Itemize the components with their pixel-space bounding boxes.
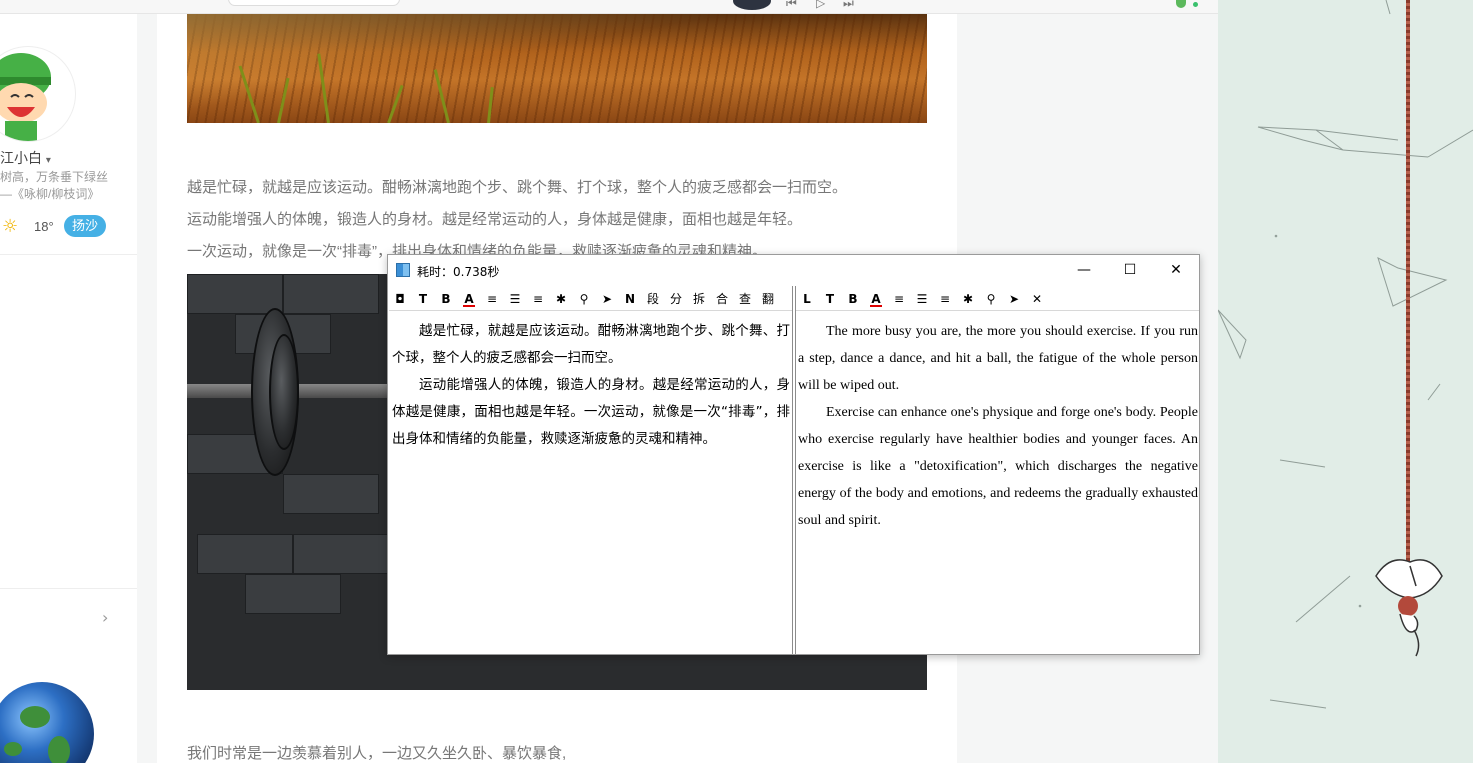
top-search-input[interactable]: [228, 0, 400, 6]
hanging-rope: [1406, 0, 1410, 568]
text-icon[interactable]: T: [820, 289, 840, 309]
app-book-icon: [396, 263, 410, 277]
source-text-pane[interactable]: ◘ T B A ≡ ☰ ≡ ✱ ⚲ ➤ N 段 分 拆 合 查 翻 越是忙碌，就…: [389, 286, 793, 654]
article-paragraph: 我们时常是一边羡慕着别人，一边又久坐久卧、暴饮暴食,: [187, 745, 567, 762]
window-titlebar[interactable]: 耗时：0.738秒 — ☐ ✕: [388, 255, 1199, 285]
palette-icon[interactable]: ✱: [551, 289, 571, 309]
align-right-icon[interactable]: ≡: [528, 289, 548, 309]
source-toolbar: ◘ T B A ≡ ☰ ≡ ✱ ⚲ ➤ N 段 分 拆 合 查 翻: [389, 286, 792, 311]
translated-text-pane[interactable]: L T B A ≡ ☰ ≡ ✱ ⚲ ➤ ✕ The more busy you …: [795, 286, 1199, 654]
article-paragraph: 越是忙碌，就越是应该运动。酣畅淋漓地跑个步、跳个舞、打个球，整个人的疲乏感都会一…: [187, 179, 848, 196]
next-track-icon[interactable]: ⏭: [843, 0, 854, 11]
translator-window[interactable]: 耗时：0.738秒 — ☐ ✕ ◘ T B A ≡ ☰ ≡ ✱ ⚲ ➤ N 段 …: [387, 254, 1200, 655]
profile-avatar[interactable]: [0, 46, 76, 142]
send-icon[interactable]: ➤: [1004, 289, 1024, 309]
online-status-dot: [1193, 2, 1198, 7]
merge-button[interactable]: 合: [712, 289, 732, 309]
translated-paragraph: The more busy you are, the more you shou…: [798, 324, 1198, 393]
close-button[interactable]: ✕: [1153, 255, 1199, 285]
font-color-icon[interactable]: A: [866, 289, 886, 309]
play-icon[interactable]: ▷: [816, 0, 825, 10]
align-left-icon[interactable]: ≡: [889, 289, 909, 309]
palette-icon[interactable]: ✱: [958, 289, 978, 309]
cartoon-soldier-avatar-icon: [0, 53, 51, 141]
globe-widget-icon[interactable]: [0, 682, 94, 763]
close-icon[interactable]: ✕: [1027, 289, 1047, 309]
minimize-button[interactable]: —: [1061, 255, 1107, 285]
source-paragraph: 运动能增强人的体魄，锻造人的身材。越是经常运动的人，身体越是健康，面相也越是年轻…: [392, 377, 790, 447]
l-icon[interactable]: L: [797, 289, 817, 309]
profile-name[interactable]: 江小白 ▾: [0, 148, 51, 168]
hanging-cat-mascot: [1375, 559, 1443, 657]
previous-track-icon[interactable]: ⏮: [786, 0, 797, 11]
left-sidebar: 江小白 ▾ 树高，万条垂下绿丝 —《咏柳/柳枝词》 ☼ 18° 扬沙 ›: [0, 14, 137, 763]
paragraph-button[interactable]: 段: [643, 289, 663, 309]
translate-button[interactable]: 翻: [758, 289, 778, 309]
sidebar-divider: [0, 588, 137, 589]
chevron-right-icon[interactable]: ›: [102, 608, 108, 627]
n-icon[interactable]: N: [620, 289, 640, 309]
split-button[interactable]: 分: [666, 289, 686, 309]
break-button[interactable]: 拆: [689, 289, 709, 309]
weather-dust-icon: ☼: [2, 216, 19, 237]
search-icon[interactable]: ⚲: [574, 289, 594, 309]
font-color-icon[interactable]: A: [459, 289, 479, 309]
profile-quote-line1: 树高，万条垂下绿丝: [0, 170, 109, 184]
source-text-area[interactable]: 越是忙碌，就越是应该运动。酣畅淋漓地跑个步、跳个舞、打个球，整个人的疲乏感都会一…: [392, 318, 790, 453]
align-left-icon[interactable]: ≡: [482, 289, 502, 309]
translated-text-area[interactable]: The more busy you are, the more you shou…: [798, 318, 1198, 534]
bold-icon[interactable]: B: [436, 289, 456, 309]
justify-icon[interactable]: ☰: [505, 289, 525, 309]
weather-status-badge[interactable]: 扬沙: [64, 215, 107, 237]
translated-paragraph: Exercise can enhance one's physique and …: [798, 405, 1198, 528]
target-toolbar: L T B A ≡ ☰ ≡ ✱ ⚲ ➤ ✕: [796, 286, 1199, 311]
hero-image-running-track: [187, 14, 927, 123]
maximize-button[interactable]: ☐: [1107, 255, 1153, 285]
text-icon[interactable]: T: [413, 289, 433, 309]
weather-temperature: 18°: [34, 219, 54, 234]
send-icon[interactable]: ➤: [597, 289, 617, 309]
sidebar-divider: [0, 254, 137, 255]
source-paragraph: 越是忙碌，就越是应该运动。酣畅淋漓地跑个步、跳个舞、打个球，整个人的疲乏感都会一…: [392, 323, 790, 366]
article-paragraph: 运动能增强人的体魄，锻造人的身材。越是经常运动的人，身体越是健康，面相也越是年轻…: [187, 211, 803, 228]
stop-icon[interactable]: ◘: [390, 289, 410, 309]
chevron-down-icon[interactable]: ▾: [46, 155, 51, 166]
align-right-icon[interactable]: ≡: [935, 289, 955, 309]
lookup-button[interactable]: 查: [735, 289, 755, 309]
justify-icon[interactable]: ☰: [912, 289, 932, 309]
user-avatar-icon[interactable]: [1176, 0, 1186, 8]
window-title: 耗时：0.738秒: [417, 265, 500, 279]
top-bar: ⏮ ▷ ⏭: [0, 0, 1218, 14]
bold-icon[interactable]: B: [843, 289, 863, 309]
profile-quote-line2: —《咏柳/柳枝词》: [0, 187, 100, 201]
music-player-disc[interactable]: [733, 0, 771, 10]
search-icon[interactable]: ⚲: [981, 289, 1001, 309]
